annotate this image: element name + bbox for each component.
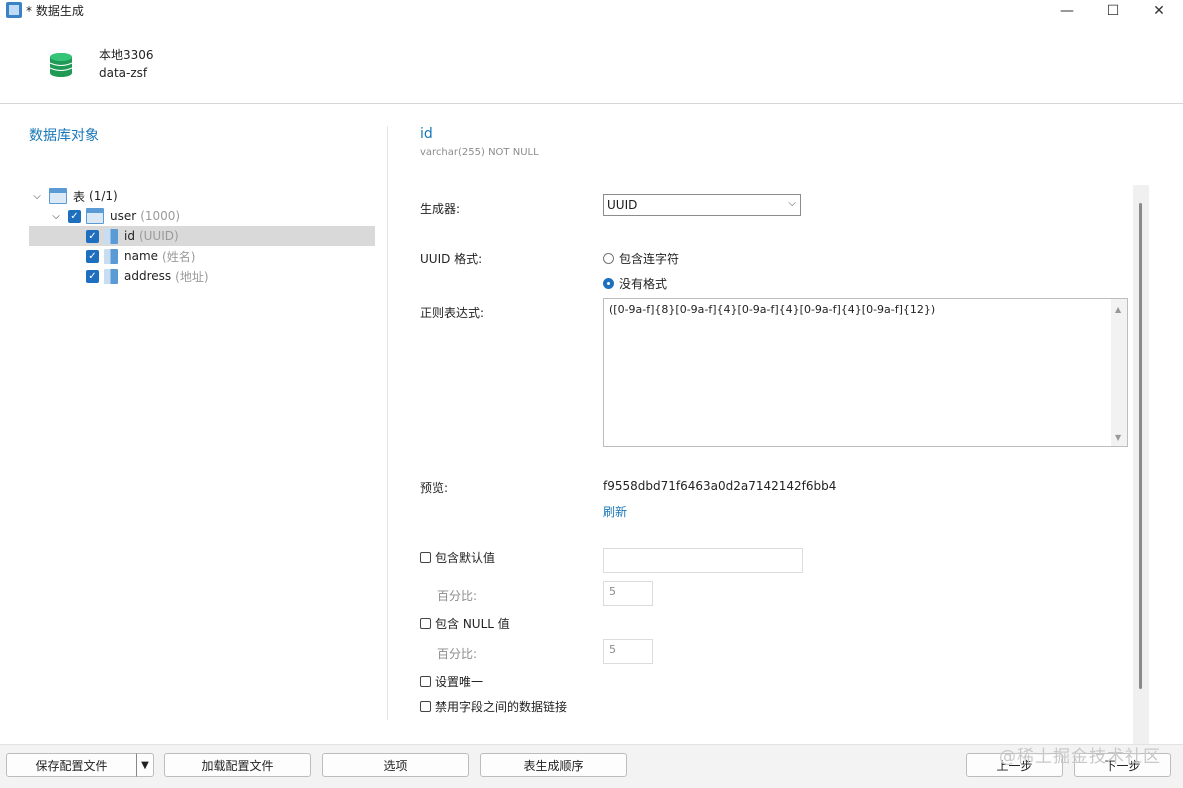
database-name: data-zsf <box>99 66 148 80</box>
column-icon <box>104 228 118 244</box>
column-icon <box>104 248 118 264</box>
save-config-button[interactable]: 保存配置文件 <box>6 753 137 777</box>
field-type: varchar(255) NOT NULL <box>420 147 539 158</box>
radio-selected-icon[interactable] <box>603 278 614 289</box>
regex-textarea[interactable]: ([0-9a-f]{8}[0-9a-f]{4}[0-9a-f]{4}[0-9a-… <box>603 298 1128 447</box>
field-name: id <box>420 126 433 142</box>
tree-node-column-id[interactable]: ✓ id (UUID) <box>86 226 179 246</box>
tree-label: 表 <box>73 189 86 204</box>
checkbox-checked-icon[interactable]: ✓ <box>86 269 99 283</box>
generator-select[interactable]: UUID ⌵ <box>603 194 801 216</box>
close-button[interactable]: ✕ <box>1136 0 1182 22</box>
chevron-down-icon[interactable]: ⌵ <box>50 210 62 222</box>
tree-label: user <box>110 209 137 223</box>
tree-selection-highlight <box>29 226 375 246</box>
include-default-checkbox[interactable]: 包含默认值 <box>420 549 495 566</box>
regex-label: 正则表达式: <box>420 306 485 320</box>
checkbox-checked-icon[interactable]: ✓ <box>68 209 81 223</box>
radio-label: 包含连字符 <box>619 252 680 266</box>
tree-node-user[interactable]: ⌵ ✓ user (1000) <box>50 206 180 226</box>
tree-count: (1000) <box>140 209 181 223</box>
tree-generator: (UUID) <box>138 229 179 243</box>
checkbox-icon[interactable] <box>420 552 431 563</box>
textarea-scrollbar[interactable]: ▲ ▼ <box>1111 299 1127 446</box>
database-icon <box>49 53 73 77</box>
checkbox-label: 包含默认值 <box>435 551 496 565</box>
checkbox-label: 包含 NULL 值 <box>435 617 510 631</box>
disable-link-checkbox[interactable]: 禁用字段之间的数据链接 <box>420 698 567 715</box>
checkbox-icon[interactable] <box>420 618 431 629</box>
form-scrollbar[interactable] <box>1133 185 1149 745</box>
objects-title: 数据库对象 <box>29 128 99 144</box>
scrollbar-thumb[interactable] <box>1139 203 1142 689</box>
connection-name: 本地3306 <box>99 48 154 62</box>
header <box>0 22 1183 104</box>
generator-label: 生成器: <box>420 202 461 216</box>
checkbox-checked-icon[interactable]: ✓ <box>86 249 99 263</box>
tree-generator: (姓名) <box>162 249 196 264</box>
tree-count: (1/1) <box>89 189 118 203</box>
window-title: * 数据生成 <box>26 4 84 18</box>
tree-label: name <box>124 249 159 263</box>
options-button[interactable]: 选项 <box>322 753 469 777</box>
include-null-checkbox[interactable]: 包含 NULL 值 <box>420 615 510 632</box>
checkbox-icon[interactable] <box>420 701 431 712</box>
default-percent-input[interactable]: 5 <box>603 581 653 606</box>
chevron-down-icon[interactable]: ⌵ <box>31 190 43 202</box>
radio-no-format[interactable]: 没有格式 <box>603 275 667 292</box>
tree-node-tables[interactable]: ⌵ 表 (1/1) <box>31 186 118 206</box>
default-percent-label: 百分比: <box>437 589 478 603</box>
tree-label: id <box>124 229 135 243</box>
null-percent-label: 百分比: <box>437 647 478 661</box>
maximize-button[interactable]: ☐ <box>1090 0 1136 22</box>
checkbox-checked-icon[interactable]: ✓ <box>86 229 99 243</box>
refresh-link[interactable]: 刷新 <box>603 503 627 520</box>
tree-label: address <box>124 269 172 283</box>
unique-checkbox[interactable]: 设置唯一 <box>420 673 483 690</box>
radio-label: 没有格式 <box>619 277 668 291</box>
radio-include-hyphen[interactable]: 包含连字符 <box>603 250 679 267</box>
table-order-button[interactable]: 表生成顺序 <box>480 753 627 777</box>
minimize-button[interactable]: — <box>1044 0 1090 22</box>
table-icon <box>86 208 104 224</box>
app-icon <box>6 2 22 18</box>
default-value-input[interactable] <box>603 548 803 573</box>
save-config-dropdown[interactable]: ▼ <box>136 753 154 777</box>
preview-value: f9558dbd71f6463a0d2a7142142f6bb4 <box>603 479 837 493</box>
preview-label: 预览: <box>420 481 449 495</box>
radio-icon[interactable] <box>603 253 614 264</box>
generator-value: UUID <box>607 198 638 212</box>
load-config-button[interactable]: 加载配置文件 <box>164 753 311 777</box>
regex-value: ([0-9a-f]{8}[0-9a-f]{4}[0-9a-f]{4}[0-9a-… <box>609 303 936 316</box>
checkbox-icon[interactable] <box>420 676 431 687</box>
column-icon <box>104 268 118 284</box>
tree-node-column-address[interactable]: ✓ address (地址) <box>86 266 209 286</box>
tree-generator: (地址) <box>175 269 209 284</box>
scroll-down-icon[interactable]: ▼ <box>1115 433 1121 442</box>
scroll-up-icon[interactable]: ▲ <box>1115 305 1121 314</box>
tables-folder-icon <box>49 188 67 204</box>
checkbox-label: 设置唯一 <box>435 675 484 689</box>
null-percent-input[interactable]: 5 <box>603 639 653 664</box>
title-bar <box>0 0 1183 22</box>
tree-node-column-name[interactable]: ✓ name (姓名) <box>86 246 195 266</box>
pane-divider[interactable] <box>387 126 388 720</box>
chevron-down-icon: ⌵ <box>788 198 796 209</box>
watermark: @稀土掘金技术社区 <box>999 747 1161 767</box>
checkbox-label: 禁用字段之间的数据链接 <box>435 700 568 714</box>
uuid-format-label: UUID 格式: <box>420 252 483 266</box>
